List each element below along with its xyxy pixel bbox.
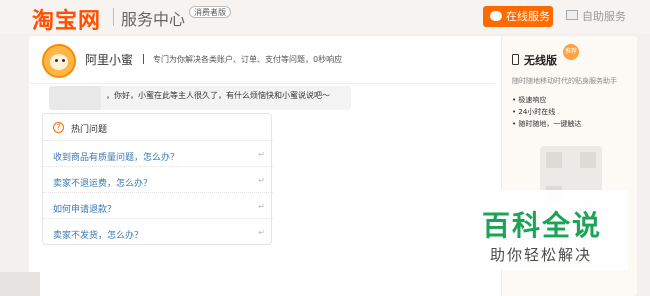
watermark-title: 百科全说 — [482, 209, 603, 242]
online-service-label: 在线服务 — [506, 10, 550, 23]
faq-item[interactable]: 如何申请退款？ ↵ — [43, 194, 273, 219]
avatar-eye-left — [55, 59, 58, 62]
hot-questions-title: 热门问题 — [71, 125, 108, 135]
question-icon: ? — [53, 122, 64, 133]
qr-finder — [546, 152, 562, 168]
self-service-button[interactable]: 自助服务 — [563, 6, 633, 27]
top-bar: 淘宝网 服务中心 消费者版 在线服务 自助服务 — [0, 0, 650, 35]
hot-questions-header: ? 热门问题 — [43, 114, 273, 141]
agent-avatar — [42, 44, 76, 78]
faq-question[interactable]: 如何申请退款？ — [53, 202, 116, 215]
enter-icon: ↵ — [258, 176, 265, 185]
logo-divider — [113, 8, 114, 26]
agent-description: 专门为你解决各类账户、订单、支付等问题，0秒响应 — [153, 55, 343, 64]
enter-icon: ↵ — [258, 202, 265, 211]
watermark-subtitle: 助你轻松解决 — [490, 246, 593, 264]
agent-name: 阿里小蜜 — [85, 53, 134, 67]
faq-item[interactable]: 收到商品有质量问题，怎么办？ ↵ — [43, 142, 273, 167]
faq-question[interactable]: 卖家不退运费，怎么办？ — [53, 176, 152, 189]
enter-icon: ↵ — [258, 228, 265, 237]
wireless-title: 无线版 — [524, 54, 557, 67]
online-service-button[interactable]: 在线服务 — [483, 6, 553, 27]
greeting-message: ，你好，小蜜在此等主人很久了，有什么烦恼快和小蜜说说吧～ — [49, 86, 351, 110]
avatar-face — [50, 54, 68, 70]
faq-question[interactable]: 收到商品有质量问题，怎么办？ — [53, 150, 179, 163]
page-title: 服务中心 — [121, 10, 186, 29]
agent-divider — [143, 54, 144, 64]
greeting-text: ，你好，小蜜在此等主人很久了，有什么烦恼快和小蜜说说吧～ — [106, 91, 330, 100]
monitor-icon — [566, 10, 578, 20]
feature-list: 极速响应 24小时在线 随时随地，一键触达 — [512, 94, 581, 130]
qr-finder — [580, 152, 596, 168]
chat-bubble-icon — [490, 11, 502, 21]
faq-question[interactable]: 卖家不发货，怎么办？ — [53, 228, 143, 241]
faq-item[interactable]: 卖家不发货，怎么办？ ↵ — [43, 220, 273, 245]
avatar-eye-right — [62, 59, 65, 62]
agent-header: 阿里小蜜 专门为你解决各类账户、订单、支付等问题，0秒响应 — [29, 36, 495, 84]
feature-item: 极速响应 — [512, 94, 581, 106]
watermark: 百科全说 助你轻松解决 — [462, 190, 628, 270]
recommend-badge: 推荐 — [563, 44, 579, 60]
taobao-logo[interactable]: 淘宝网 — [32, 3, 101, 35]
keyboard-edge — [0, 272, 40, 296]
feature-item: 24小时在线 — [512, 106, 581, 118]
self-service-label: 自助服务 — [582, 10, 626, 23]
hot-questions-card: ? 热门问题 收到商品有质量问题，怎么办？ ↵ 卖家不退运费，怎么办？ ↵ 如何… — [42, 113, 273, 245]
faq-item[interactable]: 卖家不退运费，怎么办？ ↵ — [43, 168, 273, 193]
wireless-subtitle: 随时随地移动时代的贴身服务助手 — [512, 77, 617, 85]
phone-icon — [512, 54, 519, 65]
enter-icon: ↵ — [258, 150, 265, 159]
consumer-badge: 消费者版 — [189, 6, 231, 18]
feature-item: 随时随地，一键触达 — [512, 118, 581, 130]
